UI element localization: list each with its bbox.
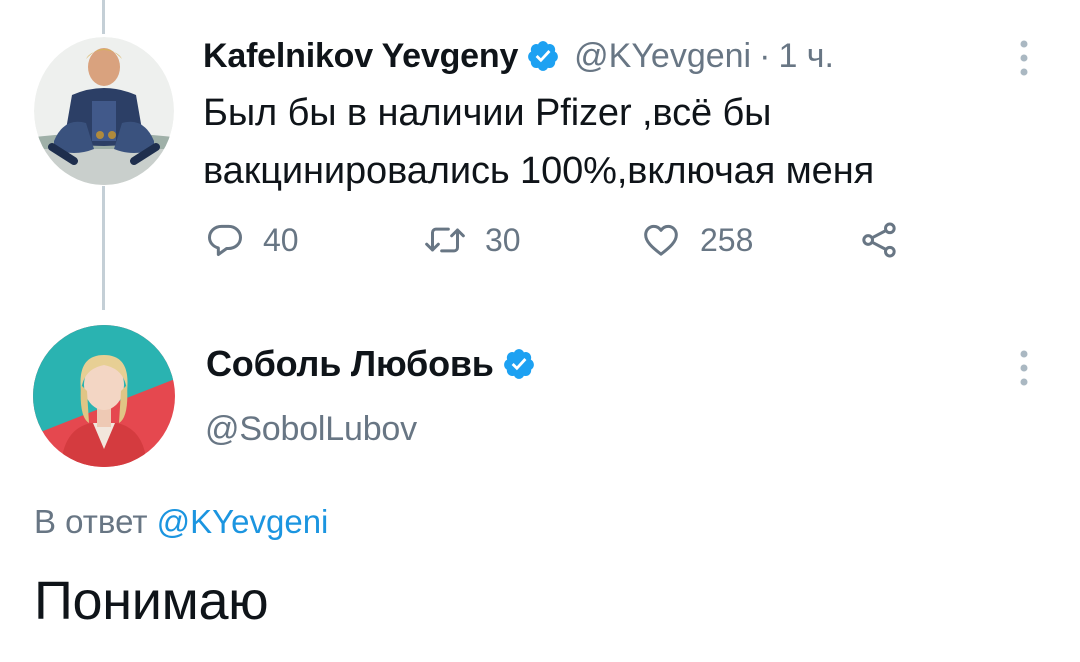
author-name[interactable]: Соболь Любовь xyxy=(206,343,494,385)
like-count: 258 xyxy=(700,221,754,258)
tweet-text: Был бы в наличии Pfizer ,всё бы вакцинир… xyxy=(203,84,1033,200)
avatar[interactable] xyxy=(34,37,174,185)
separator-dot: · xyxy=(759,36,771,75)
thread-connector-line xyxy=(102,0,105,34)
thread-connector-line xyxy=(102,186,105,310)
tweet-header: Соболь Любовь xyxy=(206,342,536,386)
author-name[interactable]: Kafelnikov Yevgeny xyxy=(203,37,518,76)
vertical-dots-icon[interactable] xyxy=(1018,38,1030,78)
retweet-count: 30 xyxy=(485,221,521,258)
retweet-button[interactable]: 30 xyxy=(423,218,521,262)
avatar-photo xyxy=(34,37,174,185)
tweet-header: Kafelnikov Yevgeny @KYevgeni · 1 ч. xyxy=(203,34,834,78)
share-button[interactable] xyxy=(858,218,900,262)
reply-context: В ответ @KYevgeni xyxy=(34,503,328,541)
vertical-dots-icon[interactable] xyxy=(1018,348,1030,388)
tweet-text-line: вакцинировались 100%,включая меня xyxy=(203,150,875,192)
heart-icon xyxy=(644,224,678,256)
verified-badge-icon xyxy=(528,41,559,71)
speech-bubble-icon xyxy=(208,224,242,256)
retweet-arrows-icon xyxy=(425,227,465,253)
tweet-timestamp[interactable]: 1 ч. xyxy=(778,37,834,76)
tweet-text-line: Был бы в наличии Pfizer ,всё бы xyxy=(203,92,772,134)
like-button[interactable]: 258 xyxy=(640,218,753,262)
avatar-photo xyxy=(33,325,175,467)
tweet-thread: Kafelnikov Yevgeny @KYevgeni · 1 ч. Был … xyxy=(0,0,1080,662)
tweet-text: Понимаю xyxy=(34,571,269,631)
author-handle[interactable]: @SobolLubov xyxy=(205,410,417,449)
reply-button[interactable]: 40 xyxy=(205,218,299,262)
avatar[interactable] xyxy=(33,325,175,467)
reply-mention-link[interactable]: @KYevgeni xyxy=(157,503,329,540)
author-handle[interactable]: @KYevgeni xyxy=(574,37,751,76)
share-nodes-icon xyxy=(862,222,896,258)
reply-prefix: В ответ xyxy=(34,503,148,540)
verified-badge-icon xyxy=(503,349,534,379)
reply-count: 40 xyxy=(263,221,299,258)
